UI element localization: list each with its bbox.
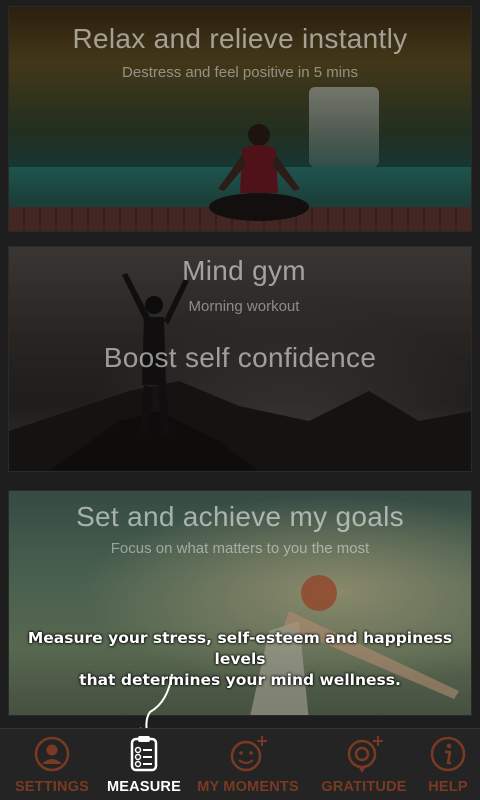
card-subtitle: Destress and feel positive in 5 mins [122,64,358,81]
card-title-secondary: Boost self confidence [103,342,377,373]
card-title: Set and achieve my goals [76,501,404,532]
card-title: Mind gym [182,255,306,286]
nav-label: MY MOMENTS [197,779,299,795]
info-icon [430,736,466,772]
nav-label: MEASURE [107,779,181,795]
measure-tooltip: Measure your stress, self-esteem and hap… [0,628,480,691]
mind-gym-card[interactable]: Mind gym Morning workout Boost self conf… [8,246,472,472]
smiley-plus-icon [230,736,267,772]
card-subtitle: Morning workout [188,298,300,315]
nav-settings[interactable]: SETTINGS [0,729,104,800]
nav-measure[interactable]: MEASURE [104,729,184,800]
profile-icon [34,736,70,772]
card-subtitle: Focus on what matters to you the most [110,540,370,557]
nav-my-moments[interactable]: MY MOMENTS [184,729,312,800]
tooltip-line: Measure your stress, self-esteem and hap… [27,629,453,668]
nav-label: HELP [428,779,468,795]
tooltip-line: that determines your mind wellness. [79,671,401,689]
nav-help[interactable]: HELP [416,729,480,800]
bottom-nav: SETTINGS MEASURE MY MOMENTS GRATITUDE HE… [0,728,480,800]
checklist-icon [130,736,158,772]
relax-card[interactable]: Relax and relieve instantly Destress and… [8,6,472,232]
nav-gratitude[interactable]: GRATITUDE [312,729,416,800]
nav-label: SETTINGS [14,779,90,795]
card-title: Relax and relieve instantly [72,23,408,54]
gratitude-plus-icon [347,736,383,773]
nav-label: GRATITUDE [321,779,407,795]
